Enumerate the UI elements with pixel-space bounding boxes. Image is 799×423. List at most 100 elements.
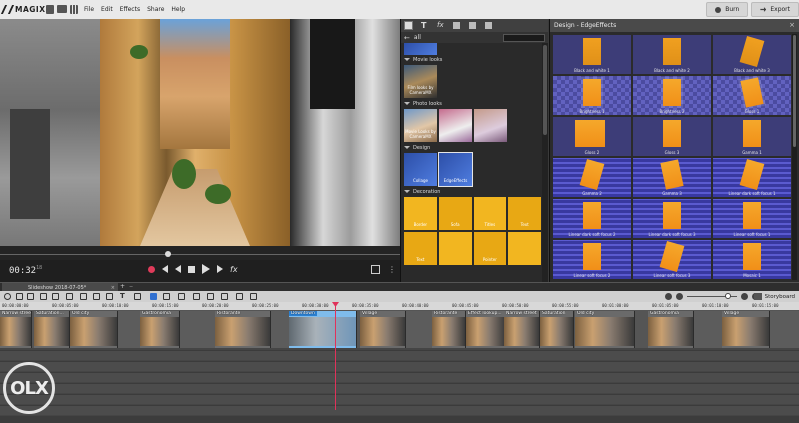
pool-tile-edgeeffects[interactable]: EdgeEffects: [438, 152, 473, 187]
pool-search-input[interactable]: [503, 34, 545, 42]
section-decoration[interactable]: Decoration: [401, 187, 541, 196]
timeline-clip[interactable]: Ristorante: [432, 311, 466, 348]
select-mode-icon[interactable]: [150, 293, 157, 300]
pool-tile[interactable]: Sofa: [438, 197, 472, 230]
transition-gap[interactable]: [694, 311, 722, 348]
close-tab-icon[interactable]: ×: [111, 285, 115, 291]
scrub-handle[interactable]: [165, 251, 171, 257]
marker-icon[interactable]: [106, 293, 113, 300]
effect-thumbnail[interactable]: Gamma 3: [632, 157, 712, 198]
timeline-clip[interactable]: Narrow street: [504, 311, 540, 348]
effect-thumbnail[interactable]: Mosaic 1: [712, 239, 792, 280]
snap-icon[interactable]: [250, 293, 257, 300]
fullscreen-icon[interactable]: [371, 265, 380, 274]
pool-tile[interactable]: Text: [404, 232, 437, 265]
menu-share[interactable]: Share: [147, 6, 164, 13]
timeline-clip[interactable]: Saturation: [540, 311, 574, 348]
rewind-icon[interactable]: [162, 265, 168, 273]
effect-thumbnail[interactable]: Linear dark soft focus 2: [552, 198, 632, 239]
track-lane[interactable]: [0, 372, 799, 382]
timeline-clip[interactable]: Old city: [575, 311, 635, 348]
record-icon[interactable]: [148, 265, 155, 273]
pool-tile[interactable]: Film looks by CameraMX: [404, 65, 437, 98]
transition-icon[interactable]: [221, 293, 228, 300]
effect-thumbnail[interactable]: Gloss 1: [712, 75, 792, 116]
timeline-clip[interactable]: Gastronomia: [648, 311, 694, 348]
play-icon[interactable]: [202, 264, 210, 274]
copy-icon[interactable]: [52, 293, 59, 300]
zoom-slider[interactable]: [687, 293, 737, 299]
section-photo-looks[interactable]: Photo looks: [401, 99, 541, 108]
effect-thumbnail[interactable]: Linear soft focus 2: [552, 239, 632, 280]
pool-tile[interactable]: Titles: [473, 197, 507, 230]
timeline-clip[interactable]: Effect lookup...: [466, 311, 506, 348]
ungroup-icon[interactable]: [207, 293, 214, 300]
undo-icon[interactable]: [16, 293, 23, 300]
pool-tile[interactable]: [404, 43, 437, 55]
timeline-clip[interactable]: Old city: [70, 311, 118, 348]
export-button[interactable]: Export: [751, 2, 799, 17]
templates-tab-icon[interactable]: [453, 22, 460, 29]
design-scrollbar[interactable]: [792, 34, 797, 280]
effect-thumbnail[interactable]: Linear dark soft focus 1: [712, 157, 792, 198]
video-preview[interactable]: [0, 19, 400, 246]
track-lane[interactable]: [0, 394, 799, 404]
pool-tile[interactable]: Movie Looks by CameraMX: [404, 109, 437, 142]
storyboard-toggle[interactable]: Storyboard: [753, 293, 795, 300]
effect-thumbnail[interactable]: Gamma 1: [712, 116, 792, 157]
delete-icon[interactable]: [66, 293, 73, 300]
transition-gap[interactable]: [118, 311, 140, 348]
playhead[interactable]: [335, 302, 336, 410]
stretch-mode-icon[interactable]: [163, 293, 170, 300]
pool-tile[interactable]: Border: [404, 197, 437, 230]
effect-thumbnail[interactable]: Linear soft focus 1: [712, 198, 792, 239]
pool-tile[interactable]: [439, 109, 472, 142]
pool-tile-collage[interactable]: Collage: [404, 153, 437, 186]
mouse-mode-icon[interactable]: [4, 293, 11, 300]
pool-tile[interactable]: [474, 109, 507, 142]
audio-tab-icon[interactable]: [469, 22, 476, 29]
pool-tile[interactable]: [438, 232, 472, 265]
pool-scrollbar[interactable]: [542, 43, 548, 282]
menu-help[interactable]: Help: [171, 6, 185, 13]
menu-edit[interactable]: Edit: [101, 6, 113, 13]
effect-thumbnail[interactable]: Black and white 3: [712, 34, 792, 75]
transition-gap[interactable]: [406, 311, 432, 348]
pool-tile[interactable]: [508, 232, 541, 265]
timeline-clip[interactable]: Gastronomia: [140, 311, 180, 348]
section-design[interactable]: Design: [401, 143, 541, 152]
zoom-slider-handle[interactable]: [725, 293, 731, 299]
pool-tile[interactable]: Text: [508, 197, 541, 230]
effect-thumbnail[interactable]: Brightness 2: [632, 75, 712, 116]
more-options-icon[interactable]: ⋮: [388, 265, 396, 274]
group-icon[interactable]: [193, 293, 200, 300]
effects-tab-icon[interactable]: fx: [437, 22, 444, 29]
timeline-clip[interactable]: Village: [722, 311, 770, 348]
cut-icon[interactable]: [40, 293, 47, 300]
close-panel-icon[interactable]: ×: [789, 21, 795, 29]
timeline-clip[interactable]: Narrow street: [0, 311, 32, 348]
timeline-clip[interactable]: Saturation...: [34, 311, 70, 348]
burn-button[interactable]: Burn: [706, 2, 749, 17]
effect-thumbnail[interactable]: Linear dark soft focus 3: [632, 198, 712, 239]
preview-scrub-bar[interactable]: [0, 246, 400, 260]
effect-thumbnail[interactable]: Gamma 2: [552, 157, 632, 198]
insert-title-icon[interactable]: T: [120, 293, 127, 300]
effect-thumbnail[interactable]: Gloss 2: [552, 116, 632, 157]
effect-thumbnail[interactable]: Black and white 2: [632, 34, 712, 75]
track-lane[interactable]: [0, 383, 799, 393]
timeline-clip[interactable]: Village: [360, 311, 406, 348]
titles-tab-icon[interactable]: T: [421, 22, 428, 30]
timeline-ruler[interactable]: 00:00:00:00 00:00:05:00 00:00:10:00 00:00:1…: [0, 302, 799, 310]
media-grid-icon[interactable]: [70, 5, 78, 14]
open-folder-icon[interactable]: [57, 5, 67, 13]
ripple-mode-icon[interactable]: [178, 293, 185, 300]
media-tab-icon[interactable]: [404, 21, 413, 30]
step-back-icon[interactable]: [175, 265, 181, 273]
track-lane[interactable]: [0, 361, 799, 371]
menu-file[interactable]: File: [84, 6, 94, 13]
zoom-out-icon[interactable]: [665, 293, 672, 300]
paste-icon[interactable]: [80, 293, 87, 300]
zoom-reset-icon[interactable]: [676, 293, 683, 300]
back-arrow-icon[interactable]: ←: [404, 34, 410, 42]
